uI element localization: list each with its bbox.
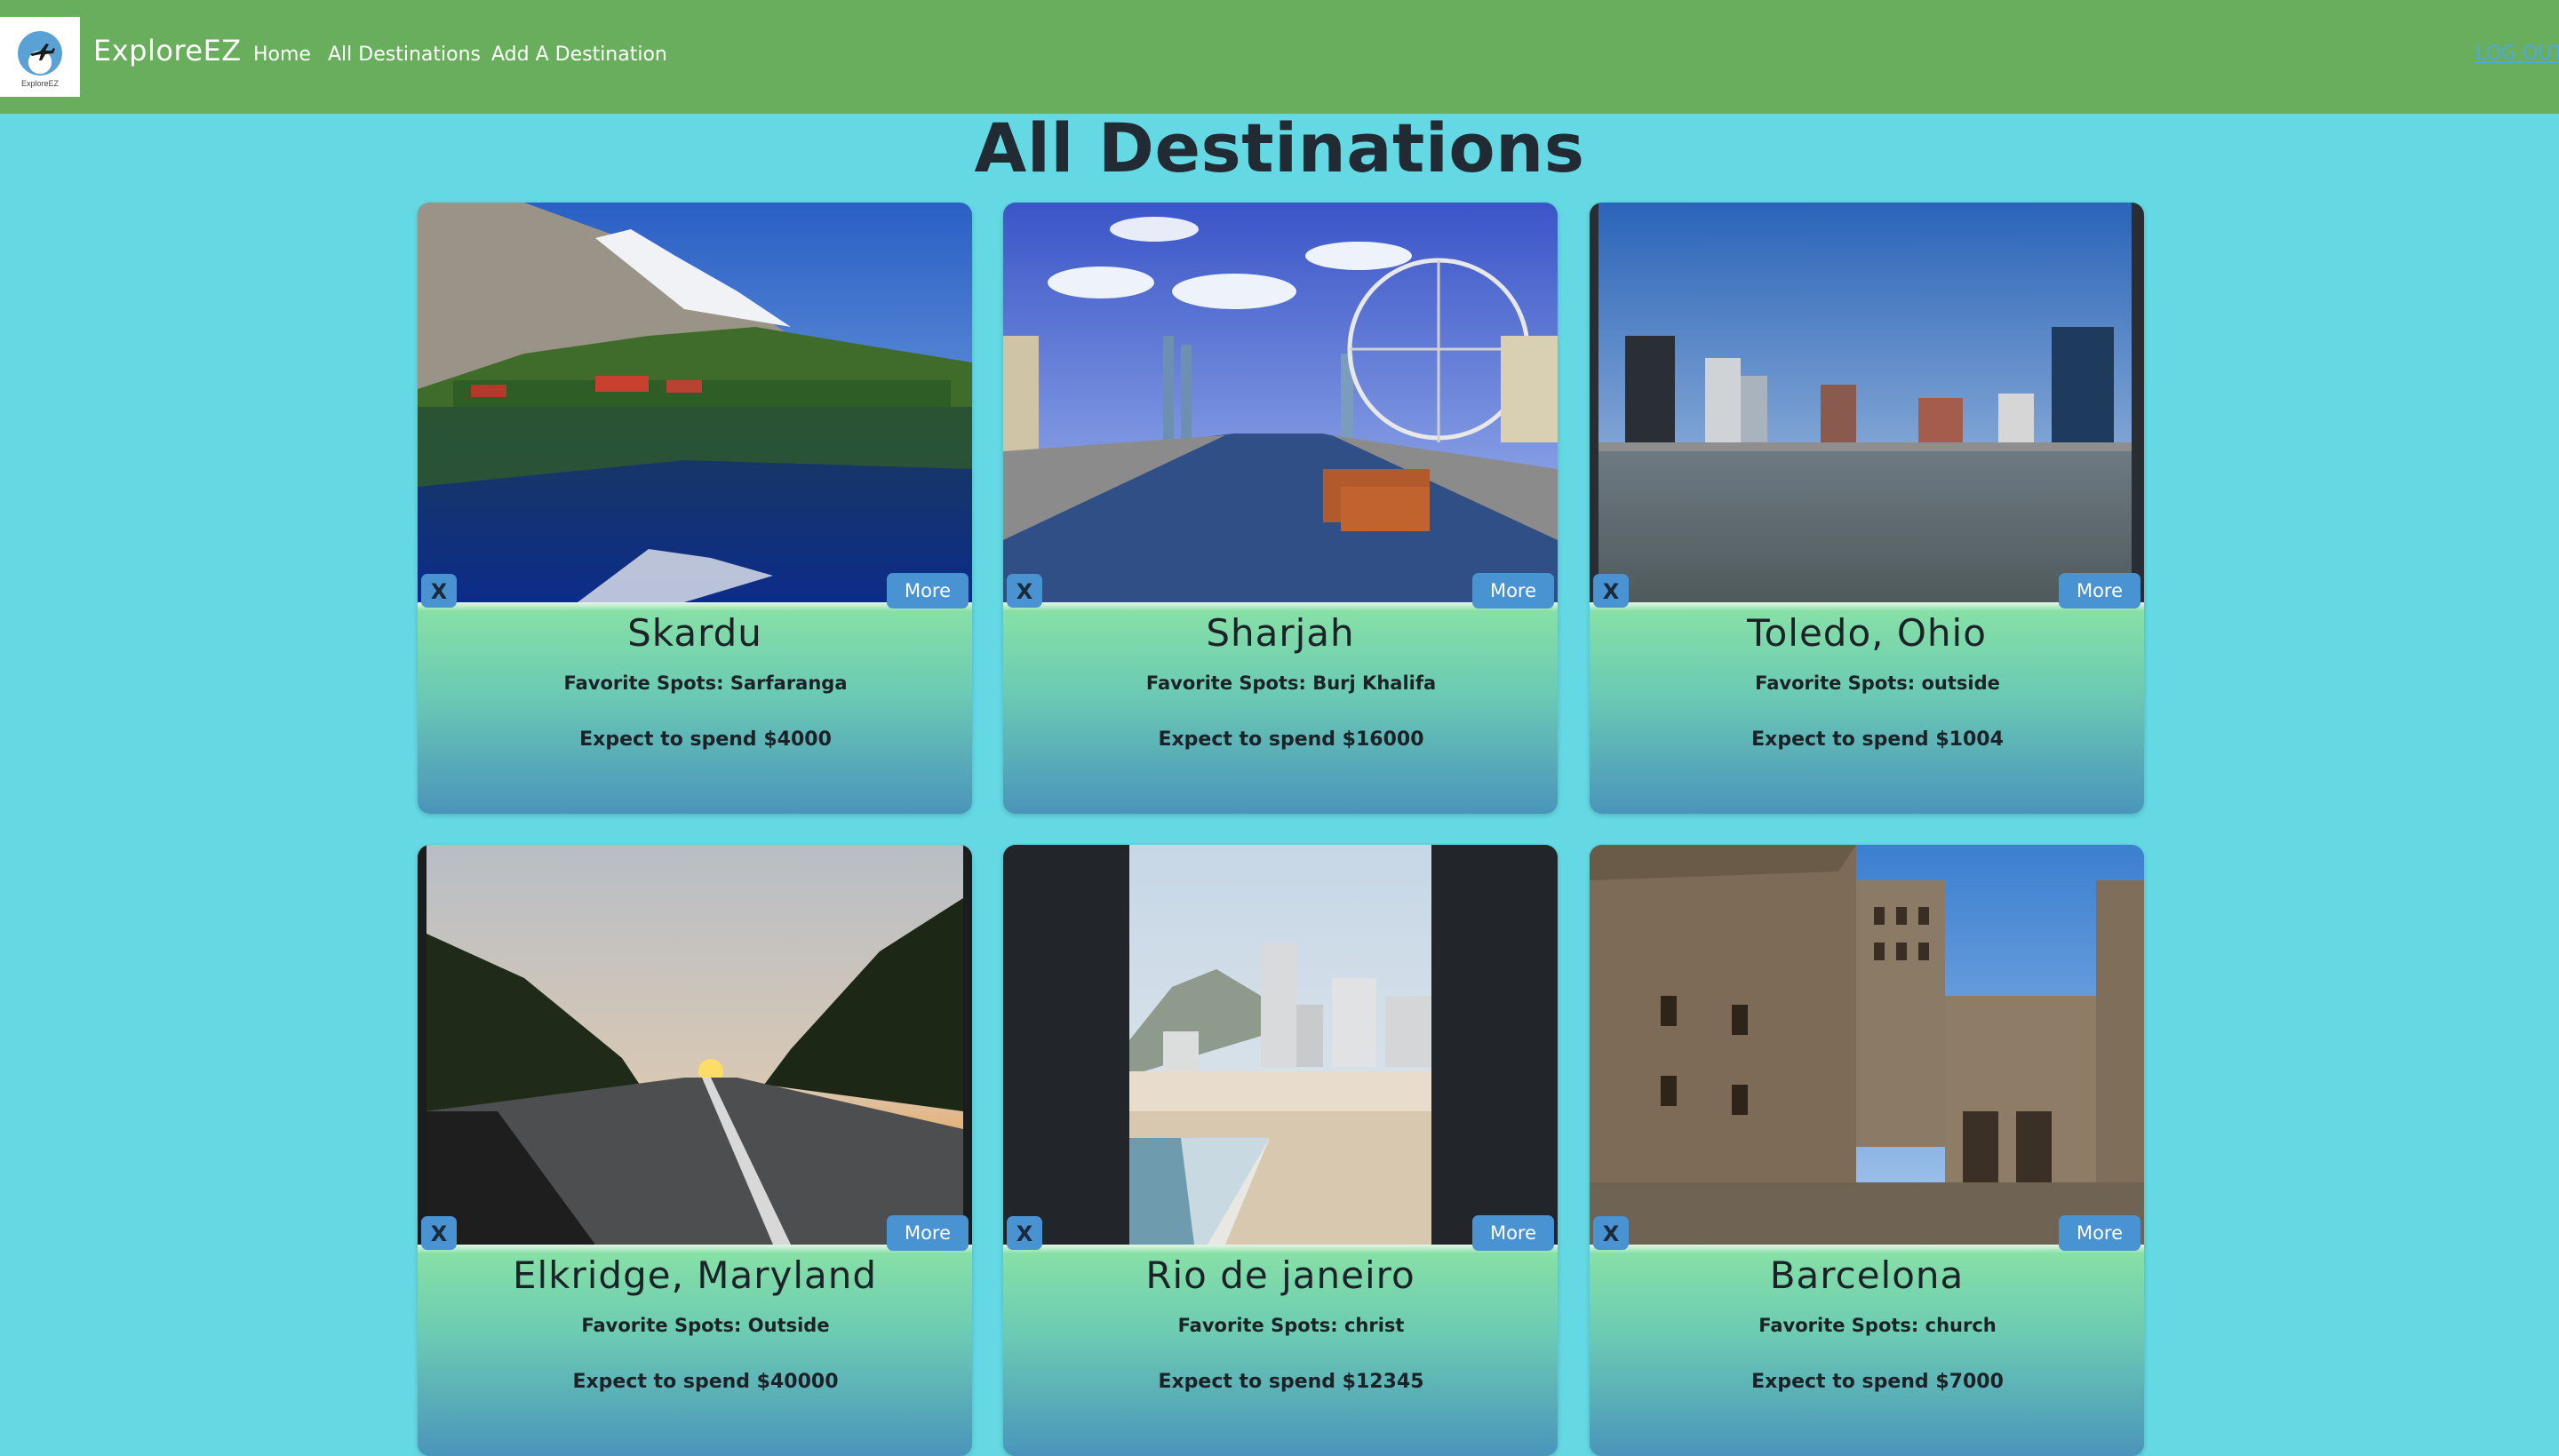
more-button[interactable]: More	[1472, 573, 1554, 609]
destination-card: Barcelona Favorite Spots: church Expect …	[1590, 845, 2144, 1456]
card-body: Toledo, Ohio Favorite Spots: outside Exp…	[1590, 602, 2144, 814]
favorite-spots: Favorite Spots: Sarfaranga	[563, 672, 848, 694]
favorite-spots: Favorite Spots: Outside	[581, 1315, 830, 1336]
card-body: Barcelona Favorite Spots: church Expect …	[1590, 1245, 2144, 1456]
delete-button[interactable]: X	[1593, 574, 1629, 608]
more-button[interactable]: More	[2059, 1215, 2140, 1251]
brand-name[interactable]: ExploreEZ	[93, 34, 242, 68]
logo[interactable]: ExploreEZ	[0, 17, 80, 97]
expected-spend: Expect to spend $4000	[579, 728, 832, 751]
favorite-spots: Favorite Spots: outside	[1755, 672, 2000, 694]
card-body: Rio de janeiro Favorite Spots: christ Ex…	[1003, 1245, 1558, 1456]
destination-name: Toledo, Ohio	[1747, 611, 1987, 655]
page-title: All Destinations	[974, 108, 1585, 187]
expected-spend: Expect to spend $1004	[1751, 728, 2004, 751]
destination-card: Toledo, Ohio Favorite Spots: outside Exp…	[1590, 203, 2144, 814]
destination-photo	[1590, 845, 2144, 1245]
nav-home-link[interactable]: Home	[253, 44, 311, 66]
destination-photo	[1003, 845, 1558, 1245]
destination-photo	[1003, 203, 1558, 602]
destination-card: Elkridge, Maryland Favorite Spots: Outsi…	[418, 845, 972, 1456]
more-button[interactable]: More	[887, 573, 969, 609]
expected-spend: Expect to spend $16000	[1158, 728, 1424, 751]
expected-spend: Expect to spend $12345	[1158, 1371, 1424, 1393]
favorite-spots: Favorite Spots: Burj Khalifa	[1145, 672, 1437, 694]
destination-card: Sharjah Favorite Spots: Burj Khalifa Exp…	[1003, 203, 1558, 814]
navbar: ExploreEZ ExploreEZ Home All Destination…	[0, 0, 2559, 114]
destination-name: Barcelona	[1769, 1253, 1965, 1297]
nav-all-destinations-link[interactable]: All Destinations	[328, 44, 481, 66]
expected-spend: Expect to spend $7000	[1751, 1371, 2004, 1393]
nav-add-destination-link[interactable]: Add A Destination	[491, 44, 667, 66]
destination-card: Rio de janeiro Favorite Spots: christ Ex…	[1003, 845, 1558, 1456]
logo-text: ExploreEZ	[20, 79, 60, 88]
delete-button[interactable]: X	[1007, 574, 1042, 608]
card-body: Sharjah Favorite Spots: Burj Khalifa Exp…	[1003, 602, 1558, 814]
more-button[interactable]: More	[887, 1215, 969, 1251]
card-body: Skardu Favorite Spots: Sarfaranga Expect…	[418, 602, 972, 814]
destination-card: Skardu Favorite Spots: Sarfaranga Expect…	[418, 203, 972, 814]
destination-photo	[418, 203, 972, 602]
destination-name: Elkridge, Maryland	[512, 1253, 878, 1297]
destination-name: Skardu	[627, 611, 762, 655]
destination-name: Sharjah	[1206, 611, 1355, 655]
card-body: Elkridge, Maryland Favorite Spots: Outsi…	[418, 1245, 972, 1456]
destination-name: Rio de janeiro	[1145, 1253, 1415, 1297]
favorite-spots: Favorite Spots: church	[1758, 1315, 1997, 1336]
more-button[interactable]: More	[2059, 573, 2140, 609]
delete-button[interactable]: X	[1007, 1216, 1042, 1250]
logout-link[interactable]: LOG OUT	[2475, 43, 2559, 65]
destination-photo	[1590, 203, 2144, 602]
expected-spend: Expect to spend $40000	[572, 1371, 839, 1393]
destination-photo	[418, 845, 972, 1245]
favorite-spots: Favorite Spots: christ	[1177, 1315, 1405, 1336]
delete-button[interactable]: X	[421, 1216, 457, 1250]
airplane-icon	[18, 31, 62, 76]
delete-button[interactable]: X	[421, 574, 457, 608]
delete-button[interactable]: X	[1593, 1216, 1629, 1250]
more-button[interactable]: More	[1472, 1215, 1554, 1251]
